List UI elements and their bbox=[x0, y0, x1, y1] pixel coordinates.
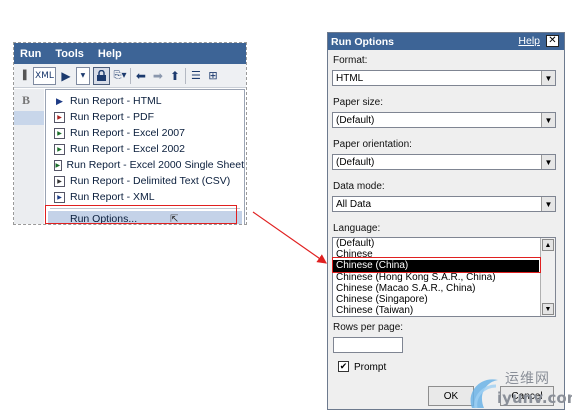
menu-item-label: Run Report - HTML bbox=[70, 95, 162, 107]
scroll-down-icon[interactable]: ▼ bbox=[542, 303, 554, 315]
format-label: Format: bbox=[333, 55, 368, 66]
chevron-down-icon: ▼ bbox=[541, 113, 555, 127]
data-mode-select[interactable]: All Data ▼ bbox=[332, 196, 556, 212]
menu-item-label: Run Report - XML bbox=[70, 191, 155, 203]
toolbar: ▐ XML ▶ ▼ ⎘▾ ⬅ ➡ ⬆ ☰ ⊞ bbox=[14, 64, 246, 88]
paper-size-label: Paper size: bbox=[333, 97, 384, 108]
toolbar-separator bbox=[129, 67, 131, 84]
language-option[interactable]: Chinese (Singapore) bbox=[333, 294, 539, 305]
paper-orientation-label: Paper orientation: bbox=[333, 139, 412, 150]
menu-item-label: Run Report - Excel 2002 bbox=[70, 143, 185, 155]
lock-icon[interactable] bbox=[92, 66, 110, 85]
run-report-button[interactable]: ▶ bbox=[59, 67, 73, 85]
prompt-checkbox[interactable]: ✔ bbox=[338, 361, 349, 372]
paper-size-select[interactable]: (Default) ▼ bbox=[332, 112, 556, 128]
paper-orientation-value: (Default) bbox=[336, 156, 375, 168]
side-strip: B bbox=[14, 89, 44, 224]
excel-doc-icon: ▶ bbox=[54, 127, 65, 139]
language-option[interactable]: Chinese (Taiwan) bbox=[333, 305, 539, 316]
chevron-down-icon: ▼ bbox=[541, 155, 555, 169]
language-option[interactable]: (Default) bbox=[333, 238, 539, 249]
tree-icon[interactable]: ⊞ bbox=[206, 67, 220, 85]
help-link[interactable]: Help bbox=[518, 35, 540, 47]
rows-per-page-label: Rows per page: bbox=[333, 322, 404, 333]
prompt-label: Prompt bbox=[354, 362, 387, 373]
run-dropdown-button[interactable]: ▼ bbox=[75, 66, 90, 85]
format-select[interactable]: HTML ▼ bbox=[332, 70, 556, 86]
paper-orientation-select[interactable]: (Default) ▼ bbox=[332, 154, 556, 170]
play-icon: ▶ bbox=[56, 95, 63, 106]
menu-item-run-excel-2007[interactable]: ▶ Run Report - Excel 2007 bbox=[46, 125, 244, 141]
report-toolbar-panel: Run Tools Help ▐ XML ▶ ▼ ⎘▾ ⬅ ➡ ⬆ ☰ ⊞ B … bbox=[13, 42, 247, 225]
menu-item-run-csv[interactable]: ▶ Run Report - Delimited Text (CSV) bbox=[46, 173, 244, 189]
menu-item-run-excel-2002[interactable]: ▶ Run Report - Excel 2002 bbox=[46, 141, 244, 157]
pages-icon[interactable]: ⎘▾ bbox=[113, 67, 127, 85]
csv-doc-icon: ▶ bbox=[54, 175, 65, 187]
back-arrow-icon[interactable]: ⬅ bbox=[134, 67, 148, 85]
data-mode-value: All Data bbox=[336, 198, 372, 210]
menu-item-run-html[interactable]: ▶ Run Report - HTML bbox=[46, 93, 244, 109]
menu-run[interactable]: Run bbox=[20, 48, 41, 60]
format-value: HTML bbox=[336, 72, 364, 84]
pdf-doc-icon: ▶ bbox=[54, 111, 65, 123]
forward-arrow-icon[interactable]: ➡ bbox=[151, 67, 165, 85]
collapse-icon[interactable]: ▐ bbox=[16, 67, 30, 85]
language-scrollbar[interactable]: ▲ ▼ bbox=[540, 238, 555, 316]
close-icon[interactable]: ✕ bbox=[546, 35, 559, 47]
menu-help[interactable]: Help bbox=[98, 48, 122, 60]
selected-language-callout bbox=[332, 257, 541, 273]
chevron-down-icon: ▼ bbox=[541, 197, 555, 211]
language-label: Language: bbox=[333, 223, 381, 234]
toolbar-separator bbox=[184, 67, 186, 84]
language-option[interactable]: Chinese (Macao S.A.R., China) bbox=[333, 283, 539, 294]
menu-item-run-pdf[interactable]: ▶ Run Report - PDF bbox=[46, 109, 244, 125]
up-arrow-icon[interactable]: ⬆ bbox=[168, 67, 182, 85]
menu-tools[interactable]: Tools bbox=[55, 48, 84, 60]
dialog-title-bar: Run Options Help ✕ bbox=[328, 33, 564, 50]
menu-item-label: Run Report - Delimited Text (CSV) bbox=[70, 175, 231, 187]
paper-size-value: (Default) bbox=[336, 114, 375, 126]
xml-icon[interactable]: XML bbox=[33, 66, 56, 85]
run-options-callout bbox=[45, 205, 237, 224]
menu-item-label: Run Report - Excel 2007 bbox=[70, 127, 185, 139]
run-options-dialog: Run Options Help ✕ Format: HTML ▼ Paper … bbox=[327, 32, 565, 410]
menu-item-label: Run Report - PDF bbox=[70, 111, 155, 123]
language-listbox[interactable]: (Default) Chinese Chinese (China) Chines… bbox=[332, 237, 556, 317]
watermark-en-text: iyunv.com bbox=[497, 389, 572, 407]
scroll-up-icon[interactable]: ▲ bbox=[542, 239, 554, 251]
xml-doc-icon: ▶ bbox=[54, 191, 65, 203]
watermark-cn-text: 运维网 bbox=[505, 371, 550, 387]
menu-item-label: Run Report - Excel 2000 Single Sheet bbox=[66, 159, 244, 171]
side-highlight bbox=[14, 111, 44, 125]
menu-item-run-xml[interactable]: ▶ Run Report - XML bbox=[46, 189, 244, 205]
excel-doc-icon: ▶ bbox=[54, 143, 65, 155]
menu-item-run-excel-2000-single[interactable]: ▶ Run Report - Excel 2000 Single Sheet bbox=[46, 157, 244, 173]
list-icon[interactable]: ☰ bbox=[189, 67, 203, 85]
data-mode-label: Data mode: bbox=[333, 181, 385, 192]
bold-icon[interactable]: B bbox=[22, 93, 30, 108]
menu-bar: Run Tools Help bbox=[14, 43, 246, 64]
chevron-down-icon: ▼ bbox=[541, 71, 555, 85]
language-option[interactable]: Chinese (Hong Kong S.A.R., China) bbox=[333, 272, 539, 283]
rows-per-page-input[interactable] bbox=[333, 337, 403, 353]
excel-doc-icon: ▶ bbox=[54, 159, 62, 171]
dialog-title: Run Options bbox=[331, 35, 394, 48]
